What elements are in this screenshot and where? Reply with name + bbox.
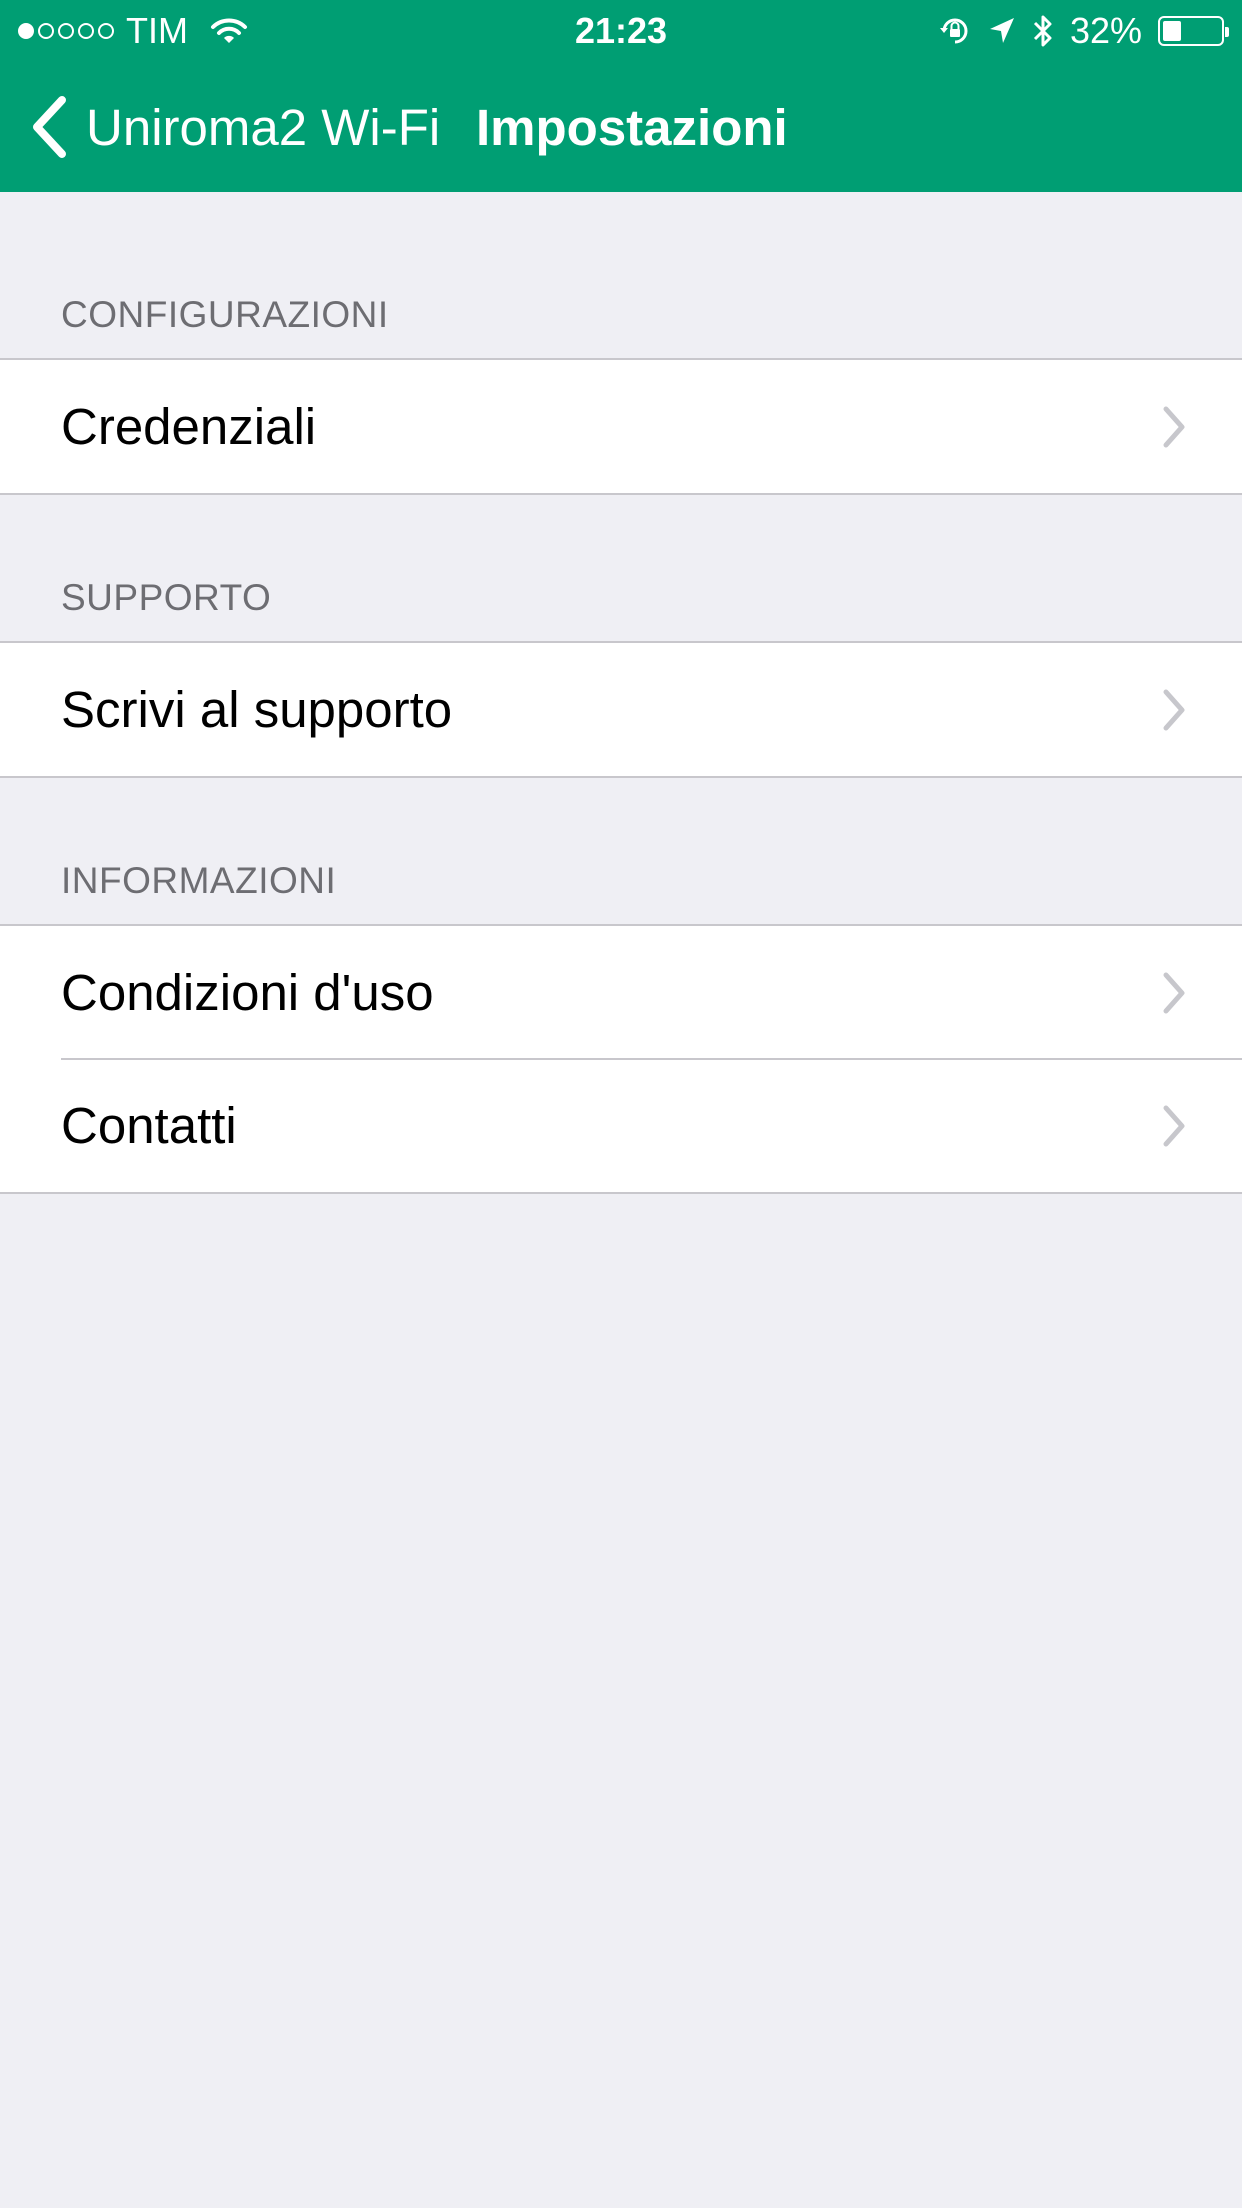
battery-fill xyxy=(1163,21,1181,41)
section-group-informazioni: Condizioni d'uso Contatti xyxy=(0,924,1242,1194)
rotation-lock-icon xyxy=(939,18,968,44)
row-label: Contatti xyxy=(61,1097,237,1154)
navigation-bar: Uniroma2 Wi-Fi Impostazioni xyxy=(0,62,1242,192)
section-group-configurazioni: Credenziali xyxy=(0,358,1242,495)
battery-percent: 32% xyxy=(1069,10,1142,51)
battery-nub xyxy=(1225,27,1229,37)
section-header-informazioni: INFORMAZIONI xyxy=(0,778,1242,924)
chevron-right-icon xyxy=(1163,689,1185,730)
chevron-right-icon xyxy=(1163,1105,1185,1146)
back-button[interactable]: Uniroma2 Wi-Fi xyxy=(30,62,440,192)
status-bar: TIM 21:23 32% xyxy=(0,0,1242,62)
battery-icon xyxy=(1158,16,1229,46)
bluetooth-icon xyxy=(1033,15,1052,47)
section-group-supporto: Scrivi al supporto xyxy=(0,641,1242,778)
row-scrivi-al-supporto[interactable]: Scrivi al supporto xyxy=(0,643,1242,776)
section-header-label: CONFIGURAZIONI xyxy=(61,294,389,335)
section-header-configurazioni: CONFIGURAZIONI xyxy=(0,192,1242,358)
section-header-supporto: SUPPORTO xyxy=(0,495,1242,641)
row-label: Condizioni d'uso xyxy=(61,964,434,1021)
chevron-left-icon xyxy=(33,96,66,158)
location-arrow-icon xyxy=(989,18,1014,43)
chevron-right-icon xyxy=(1163,406,1185,447)
row-label: Scrivi al supporto xyxy=(61,681,453,738)
settings-list: CONFIGURAZIONI Credenziali SUPPORTO Scri… xyxy=(0,192,1242,1194)
status-right: 32% xyxy=(938,0,1229,62)
page-title: Impostazioni xyxy=(476,98,788,156)
row-label: Credenziali xyxy=(61,398,317,455)
row-contatti[interactable]: Contatti xyxy=(0,1058,1242,1192)
app-header: TIM 21:23 32% Uniroma2 Wi-Fi Impostazion… xyxy=(0,0,1242,192)
row-credenziali[interactable]: Credenziali xyxy=(0,360,1242,493)
section-header-label: SUPPORTO xyxy=(61,577,272,618)
section-header-label: INFORMAZIONI xyxy=(61,860,337,901)
chevron-right-icon xyxy=(1163,972,1185,1013)
row-condizioni-d-uso[interactable]: Condizioni d'uso xyxy=(0,926,1242,1059)
back-label: Uniroma2 Wi-Fi xyxy=(86,98,441,156)
